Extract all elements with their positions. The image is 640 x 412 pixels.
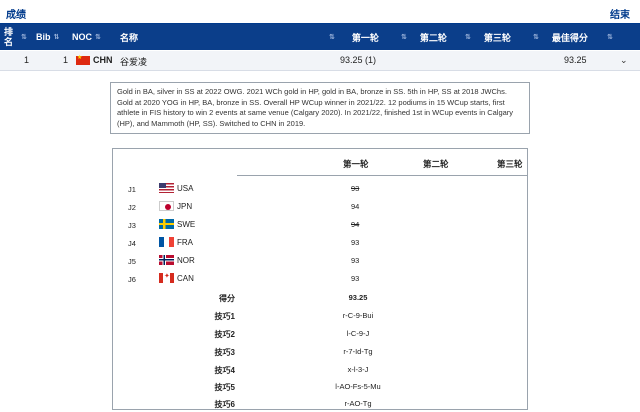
bib-cell: 1: [63, 55, 69, 65]
detail-col-run2: 第二轮: [423, 159, 449, 169]
run-score: 93.25: [348, 293, 368, 302]
athlete-name[interactable]: 谷爱凌: [120, 55, 147, 68]
sort-icon: ⇅: [53, 34, 60, 41]
judge-row: J1 USA 93: [128, 183, 360, 194]
norway-flag-icon: [159, 255, 174, 265]
trick-value: r-C-9-Bui: [342, 311, 374, 320]
france-flag-icon: [159, 237, 174, 247]
trick-label: 技巧4: [214, 366, 235, 375]
judge-score: 93: [351, 238, 360, 247]
rank-cell: 1: [24, 55, 30, 65]
japan-flag-icon: [159, 201, 174, 211]
rank-sort-icon[interactable]: ⇅: [18, 24, 27, 50]
results-topbar: 成绩 结束: [0, 0, 640, 24]
trick-value: l-C-9-J: [346, 329, 370, 338]
china-flag-icon: [76, 54, 90, 66]
judges-panel: 第一轮 第二轮 第三轮 J1 USA 93 J2 JPN 94 J3 SWE 9…: [112, 148, 528, 410]
usa-flag-icon: [159, 183, 174, 193]
column-header-run1[interactable]: ⇅ 第一轮: [326, 24, 379, 50]
judge-row: J6 CAN 93: [113, 270, 527, 288]
chevron-down-icon[interactable]: ⌄: [620, 55, 628, 66]
judge-score: 93: [351, 184, 360, 193]
table-row[interactable]: 1 1 CHN 谷爱凌 93.25 (1) 93.25 ⌄: [0, 51, 640, 71]
sort-icon: ⇅: [95, 34, 101, 41]
trick-label: 技巧6: [214, 400, 235, 409]
column-header-best[interactable]: ⇅ 最佳得分: [530, 24, 588, 50]
judge-row: J3 SWE 94: [128, 219, 360, 230]
sort-icon: ⇅: [465, 34, 471, 41]
score-label: 得分: [219, 294, 235, 303]
run1-cell: 93.25 (1): [340, 55, 377, 65]
sort-icon: ⇅: [533, 34, 539, 41]
canada-flag-icon: [159, 272, 174, 283]
trick-value: r-7-Id-Tg: [343, 347, 373, 356]
best-score-cell: 93.25: [564, 55, 587, 65]
judge-row: J4 FRA 93: [128, 237, 360, 248]
column-header-name[interactable]: 名称: [120, 24, 138, 50]
best-sort-icon[interactable]: ⇅: [604, 24, 613, 50]
sort-icon: ⇅: [329, 34, 335, 41]
trick-label: 技巧5: [214, 383, 235, 392]
trick-label: 技巧3: [214, 348, 235, 357]
judge-row: J5 NOR 93: [128, 255, 360, 266]
trick-label: 技巧2: [214, 330, 235, 339]
results-table-header: 排 名 ⇅ Bib ⇅ NOC ⇅ 名称 ⇅ 第一轮 ⇅ 第二轮 ⇅ 第三轮 ⇅ 最佳得分 …: [0, 24, 640, 50]
judge-score: 93: [351, 256, 360, 265]
detail-col-run1: 第一轮: [343, 159, 369, 169]
trick-label: 技巧1: [214, 312, 235, 321]
column-header-noc[interactable]: NOC ⇅: [72, 24, 101, 50]
event-status: 结束: [610, 10, 630, 21]
judge-score: 94: [351, 202, 360, 211]
athlete-bio: Gold in BA, silver in SS at 2022 OWG. 20…: [110, 82, 530, 134]
column-header-run3[interactable]: ⇅ 第三轮: [462, 24, 511, 50]
judge-score: 94: [351, 220, 360, 229]
trick-value: r-AO-Tg: [344, 399, 372, 408]
column-header-bib[interactable]: Bib ⇅: [36, 24, 60, 50]
sweden-flag-icon: [159, 219, 174, 229]
judge-score: 93: [351, 274, 360, 283]
noc-cell: CHN: [93, 55, 113, 65]
judges-panel-header: 第一轮 第二轮 第三轮: [237, 149, 527, 176]
judge-row: J2 JPN 94: [128, 201, 360, 212]
page-title: 成绩: [6, 10, 26, 21]
trick-value: l-AO-Fs-5-Mu: [335, 382, 381, 391]
column-header-rank[interactable]: 排 名: [4, 24, 13, 50]
sort-icon: ⇅: [401, 34, 407, 41]
detail-col-run3: 第三轮: [497, 159, 523, 169]
column-header-run2[interactable]: ⇅ 第二轮: [398, 24, 447, 50]
trick-value: x-l-3-J: [347, 365, 369, 374]
